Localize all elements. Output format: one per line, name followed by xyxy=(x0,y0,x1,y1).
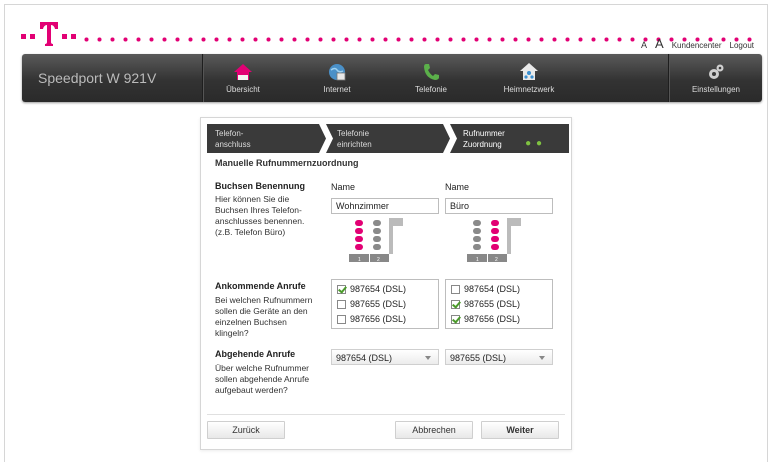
nav-label: Internet xyxy=(323,85,351,94)
kundencenter-link[interactable]: Kundencenter xyxy=(672,41,722,50)
globe-icon xyxy=(329,64,346,81)
product-name: Speedport W 921V xyxy=(38,70,157,86)
option-label: 987655 (DSL) xyxy=(350,299,407,309)
desc-line: (z.B. Telefon Büro) xyxy=(215,227,286,237)
nav-label: Heimnetzwerk xyxy=(503,85,555,94)
outgoing-number-select-1[interactable]: 987654 (DSL) xyxy=(331,349,439,365)
checkbox-unchecked[interactable] xyxy=(337,299,346,309)
nav-label: Übersicht xyxy=(226,85,260,94)
page-title: Manuelle Rufnummernzuordnung xyxy=(215,158,359,168)
network-home-icon xyxy=(520,63,538,80)
option-label: 987655 (DSL) xyxy=(464,299,521,309)
option-label: 987654 (DSL) xyxy=(350,284,407,294)
abgehende-description: Über welche Rufnummer sollen abgehende A… xyxy=(215,363,309,396)
incoming-option[interactable]: 987656 (DSL) xyxy=(451,313,520,325)
desc-line: sollen die Geräte an den xyxy=(215,306,308,316)
socket-label-1: 1 xyxy=(358,257,361,262)
nav-item-einstellungen[interactable]: Einstellungen xyxy=(674,54,758,102)
checkbox-checked[interactable] xyxy=(451,314,460,324)
step-label-line2: anschluss xyxy=(215,140,251,149)
step-rufnummer-zuordnung: Rufnummer Zuordnung xyxy=(463,124,505,153)
checkbox-checked[interactable] xyxy=(337,284,346,294)
back-button[interactable]: Zurück xyxy=(207,421,285,439)
select-value: 987655 (DSL) xyxy=(450,353,507,363)
checkbox-checked[interactable] xyxy=(451,299,460,309)
incoming-option[interactable]: 987654 (DSL) xyxy=(337,283,406,295)
font-size-small-link[interactable]: A xyxy=(641,40,647,50)
buchsen-description: Hier können Sie die Buchsen Ihres Telefo… xyxy=(215,194,304,238)
socket-label-1: 1 xyxy=(476,257,479,262)
desc-line: Bei welchen Rufnummern xyxy=(215,295,313,305)
chevron-down-icon xyxy=(539,356,545,360)
main-navbar: Speedport W 921V Übersicht Internet Tele… xyxy=(22,54,762,102)
chevron-down-icon xyxy=(425,356,431,360)
font-size-large-link[interactable]: A xyxy=(655,36,664,51)
incoming-numbers-buchse-2: 987654 (DSL) 987655 (DSL) 987656 (DSL) xyxy=(445,279,553,329)
wizard-panel: Telefon- anschluss Telefonie einrichten … xyxy=(200,117,572,450)
incoming-option[interactable]: 987655 (DSL) xyxy=(451,298,520,310)
home-icon xyxy=(234,64,252,80)
option-label: 987656 (DSL) xyxy=(464,314,521,324)
socket-label-2: 2 xyxy=(495,257,498,262)
desc-line: anschlusses benennen. xyxy=(215,216,305,226)
desc-line: einzelnen Buchsen xyxy=(215,317,287,327)
checkbox-unchecked[interactable] xyxy=(337,314,346,324)
next-button[interactable]: Weiter xyxy=(481,421,559,439)
name-column-header: Name xyxy=(331,182,356,192)
step-progress-dots: ● ● xyxy=(525,138,543,149)
socket-label-2: 2 xyxy=(377,257,380,262)
outgoing-number-select-2[interactable]: 987655 (DSL) xyxy=(445,349,553,365)
nav-item-internet[interactable]: Internet xyxy=(292,54,382,102)
step-label-line1: Telefonie xyxy=(337,129,370,138)
nav-item-heimnetzwerk[interactable]: Heimnetzwerk xyxy=(484,54,574,102)
incoming-option[interactable]: 987656 (DSL) xyxy=(337,313,406,325)
incoming-option[interactable]: 987655 (DSL) xyxy=(337,298,406,310)
buchsen-heading: Buchsen Benennung xyxy=(215,181,306,191)
step-telefonie-einrichten: Telefonie einrichten xyxy=(337,124,372,153)
desc-line: klingeln? xyxy=(215,328,249,338)
nav-item-uebersicht[interactable]: Übersicht xyxy=(198,54,288,102)
incoming-numbers-buchse-1: 987654 (DSL) 987655 (DSL) 987656 (DSL) xyxy=(331,279,439,329)
incoming-option[interactable]: 987654 (DSL) xyxy=(451,283,520,295)
option-label: 987654 (DSL) xyxy=(464,284,521,294)
footer-divider xyxy=(207,414,565,415)
desc-line: aufgebaut werden? xyxy=(215,385,288,395)
nav-label: Telefonie xyxy=(414,85,448,94)
phone-icon xyxy=(424,64,439,80)
nav-separator xyxy=(668,54,669,102)
abgehende-heading: Abgehende Anrufe xyxy=(215,349,296,359)
step-label-line1: Telefon- xyxy=(215,129,244,138)
wizard-steps: Telefon- anschluss Telefonie einrichten … xyxy=(207,124,569,153)
top-links: A A Kundencenter Logout xyxy=(641,36,754,51)
option-label: 987656 (DSL) xyxy=(350,314,407,324)
desc-line: Hier können Sie die xyxy=(215,194,290,204)
nav-item-telefonie[interactable]: Telefonie xyxy=(386,54,476,102)
gear-icon xyxy=(709,64,724,79)
socket-2-illustration: 1 2 xyxy=(467,218,521,262)
select-value: 987654 (DSL) xyxy=(336,353,393,363)
step-label-line2: einrichten xyxy=(337,140,372,149)
ankommende-description: Bei welchen Rufnummern sollen die Geräte… xyxy=(215,295,312,339)
step-chevron xyxy=(443,124,457,153)
buchse-2-name-input[interactable] xyxy=(445,198,553,214)
step-label-line1: Rufnummer xyxy=(463,129,505,138)
step-telefonanschluss: Telefon- anschluss xyxy=(215,124,251,153)
ankommende-heading: Ankommende Anrufe xyxy=(215,281,306,291)
nav-label: Einstellungen xyxy=(691,85,741,94)
step-label-line2: Zuordnung xyxy=(463,140,502,149)
logout-link[interactable]: Logout xyxy=(730,41,754,50)
name-column-header: Name xyxy=(445,182,470,192)
desc-line: Über welche Rufnummer xyxy=(215,363,310,373)
desc-line: Buchsen Ihres Telefon- xyxy=(215,205,302,215)
step-chevron xyxy=(319,124,333,153)
telekom-logo xyxy=(21,22,76,46)
checkbox-unchecked[interactable] xyxy=(451,284,460,294)
socket-1-illustration: 1 2 xyxy=(349,218,403,262)
buchse-1-name-input[interactable] xyxy=(331,198,439,214)
desc-line: sollen abgehende Anrufe xyxy=(215,374,310,384)
cancel-button[interactable]: Abbrechen xyxy=(395,421,473,439)
